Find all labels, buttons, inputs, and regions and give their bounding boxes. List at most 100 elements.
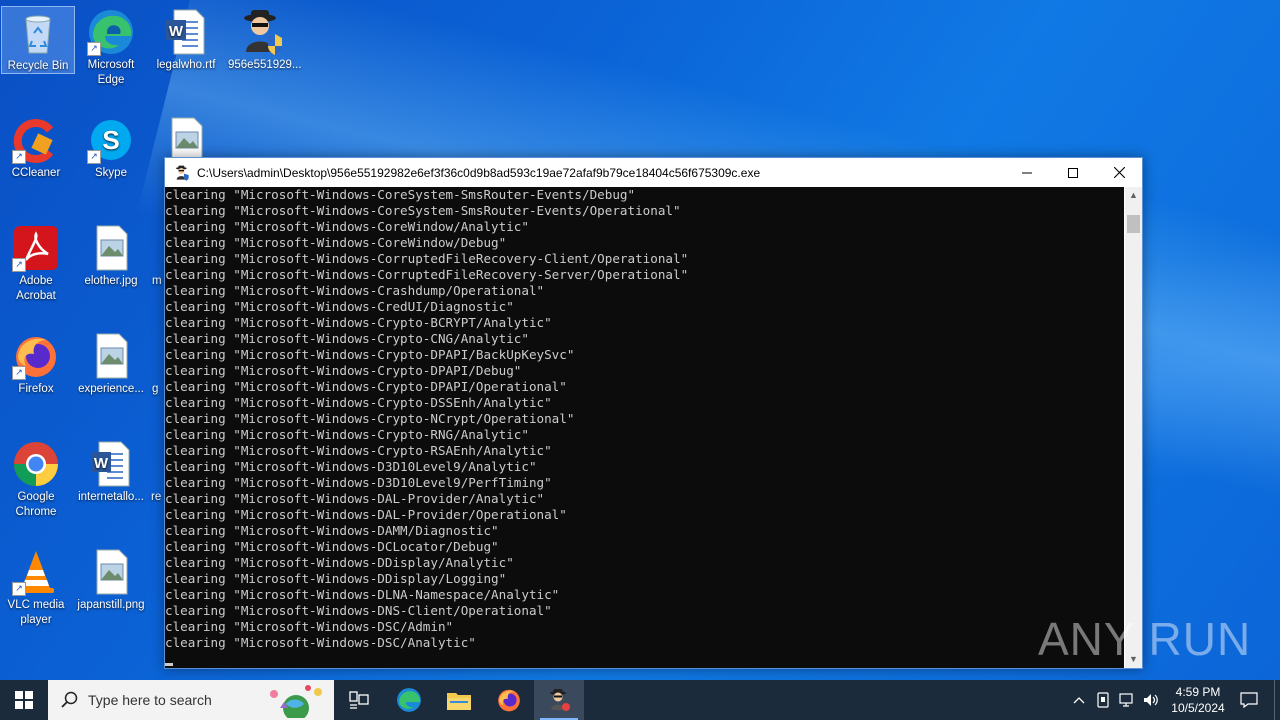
console-line: clearing "Microsoft-Windows-CoreSystem-S… <box>165 187 636 202</box>
console-line: clearing "Microsoft-Windows-DAMM/Diagnos… <box>165 523 499 538</box>
search-placeholder: Type here to search <box>88 692 212 708</box>
console-line: clearing "Microsoft-Windows-DAL-Provider… <box>165 491 545 506</box>
desktop-icon-firefox[interactable]: ↗ Firefox <box>0 330 72 397</box>
console-title-bar[interactable]: C:\Users\admin\Desktop\956e55192982e6ef3… <box>165 158 1142 187</box>
tray-device-button[interactable] <box>1092 680 1114 720</box>
speaker-icon <box>1144 694 1158 706</box>
search-highlight-illustration-icon <box>270 685 322 718</box>
desktop-icon-experience[interactable]: experience... <box>75 330 147 397</box>
close-button[interactable] <box>1096 158 1142 187</box>
windows-logo-icon <box>15 691 33 709</box>
console-line: clearing "Microsoft-Windows-D3D10Level9/… <box>165 475 552 490</box>
desktop-icon-malware-exe[interactable]: 956e551929... <box>226 6 302 73</box>
console-line: clearing "Microsoft-Windows-Crashdump/Op… <box>165 283 545 298</box>
taskbar-file-explorer-button[interactable] <box>434 680 484 720</box>
desktop-icon-japanstill-png[interactable]: japanstill.png <box>75 546 147 613</box>
spy-app-icon <box>174 165 190 181</box>
console-line: clearing "Microsoft-Windows-DDisplay/Log… <box>165 571 507 586</box>
notification-icon <box>1240 692 1258 708</box>
device-icon <box>1097 692 1109 708</box>
show-hidden-icons-button[interactable] <box>1068 680 1090 720</box>
edge-icon <box>397 688 421 712</box>
minimize-button[interactable] <box>1004 158 1050 187</box>
shortcut-arrow-icon: ↗ <box>87 150 101 164</box>
desktop-icon-legalwho-rtf[interactable]: W legalwho.rtf <box>150 6 222 73</box>
shortcut-arrow-icon: ↗ <box>87 42 101 56</box>
console-line: clearing "Microsoft-Windows-DLNA-Namespa… <box>165 587 560 602</box>
console-cursor <box>165 663 173 666</box>
spy-app-icon <box>238 8 286 56</box>
tray-volume-button[interactable] <box>1140 680 1162 720</box>
console-line: clearing "Microsoft-Windows-D3D10Level9/… <box>165 459 537 474</box>
desktop-icon-internetallo[interactable]: W internetallo... <box>75 438 147 505</box>
console-title: C:\Users\admin\Desktop\956e55192982e6ef3… <box>197 165 761 180</box>
console-line: clearing "Microsoft-Windows-CredUI/Diagn… <box>165 299 514 314</box>
search-icon <box>61 691 78 708</box>
console-scrollbar[interactable]: ▲ ▼ <box>1125 187 1142 668</box>
file-explorer-icon <box>447 693 471 710</box>
tray-network-button[interactable] <box>1115 680 1139 720</box>
console-line: clearing "Microsoft-Windows-Crypto-RSAEn… <box>165 443 552 458</box>
shortcut-arrow-icon: ↗ <box>12 582 26 596</box>
console-line: clearing "Microsoft-Windows-CoreWindow/A… <box>165 219 529 234</box>
network-icon <box>1119 693 1133 707</box>
desktop-icon-google-chrome[interactable]: Google Chrome <box>0 438 72 520</box>
desktop-icon-adobe-acrobat[interactable]: ↗ Adobe Acrobat <box>0 222 72 304</box>
notifications-button[interactable] <box>1234 680 1264 720</box>
minimize-icon <box>1022 172 1032 173</box>
desktop-icon-elother-jpg[interactable]: elother.jpg <box>75 222 147 289</box>
console-output[interactable]: clearing "Microsoft-Windows-CoreSystem-S… <box>165 187 1124 668</box>
console-line: clearing "Microsoft-Windows-Crypto-NCryp… <box>165 411 575 426</box>
taskbar-clock[interactable]: 4:59 PM 10/5/2024 <box>1160 680 1236 720</box>
firefox-icon: ↗ <box>12 332 60 380</box>
shortcut-arrow-icon: ↗ <box>12 258 26 272</box>
taskbar-edge-button[interactable] <box>384 680 434 720</box>
anyrun-watermark: ANY RUN <box>1038 613 1252 665</box>
scrollbar-thumb[interactable] <box>1127 215 1140 233</box>
console-lines: clearing "Microsoft-Windows-CoreSystem-S… <box>165 187 1124 651</box>
image-file-icon <box>87 224 135 272</box>
taskbar: Type here to search 4:59 PM 10/5/2024 <box>0 680 1280 720</box>
console-line: clearing "Microsoft-Windows-Crypto-RNG/A… <box>165 427 529 442</box>
console-line: clearing "Microsoft-Windows-Crypto-DPAPI… <box>165 379 567 394</box>
acrobat-icon: ↗ <box>12 224 60 272</box>
maximize-button[interactable] <box>1050 158 1096 187</box>
task-view-icon <box>349 691 369 709</box>
clock-time: 4:59 PM <box>1175 685 1221 699</box>
vlc-icon: ↗ <box>12 548 60 596</box>
console-line: clearing "Microsoft-Windows-DAL-Provider… <box>165 507 567 522</box>
close-icon <box>1113 167 1125 178</box>
desktop-icon-partial-label: m <box>152 275 162 287</box>
desktop-icon-partial-label: g <box>152 383 159 395</box>
console-line: clearing "Microsoft-Windows-DCLocator/De… <box>165 539 499 554</box>
console-line: clearing "Microsoft-Windows-Crypto-BCRYP… <box>165 315 552 330</box>
desktop-icon-recycle-bin[interactable]: Recycle Bin <box>1 6 75 74</box>
console-line: clearing "Microsoft-Windows-DSC/Analytic… <box>165 635 476 650</box>
taskbar-search-box[interactable]: Type here to search <box>48 680 334 720</box>
console-line: clearing "Microsoft-Windows-CoreSystem-S… <box>165 203 681 218</box>
spy-app-icon <box>550 689 570 711</box>
console-line: clearing "Microsoft-Windows-DNS-Client/O… <box>165 603 552 618</box>
clock-date: 10/5/2024 <box>1171 701 1225 715</box>
word-doc-icon: W <box>87 440 135 488</box>
taskbar-malware-app-button[interactable] <box>534 680 584 720</box>
console-line: clearing "Microsoft-Windows-DDisplay/Ana… <box>165 555 514 570</box>
console-window[interactable]: C:\Users\admin\Desktop\956e55192982e6ef3… <box>164 157 1143 669</box>
taskbar-firefox-button[interactable] <box>484 680 534 720</box>
svg-text:W: W <box>94 455 109 472</box>
task-view-button[interactable] <box>334 680 384 720</box>
shortcut-arrow-icon: ↗ <box>12 150 26 164</box>
desktop-icon-skype[interactable]: S ↗ Skype <box>75 114 147 181</box>
desktop-icon-vlc[interactable]: ↗ VLC media player <box>0 546 72 628</box>
desktop-icon-ccleaner[interactable]: ↗ CCleaner <box>0 114 72 181</box>
start-button[interactable] <box>0 680 48 720</box>
show-desktop-button[interactable] <box>1274 680 1280 720</box>
skype-icon: S ↗ <box>87 116 135 164</box>
scroll-up-arrow-icon[interactable]: ▲ <box>1125 187 1142 204</box>
desktop: Recycle Bin ↗ CCleaner ↗ Adobe Acrobat ↗… <box>0 0 1280 680</box>
desktop-icon-microsoft-edge[interactable]: ↗ Microsoft Edge <box>75 6 147 88</box>
image-file-icon <box>87 548 135 596</box>
console-line: clearing "Microsoft-Windows-CorruptedFil… <box>165 251 689 266</box>
svg-text:S: S <box>102 125 119 155</box>
chrome-icon <box>12 440 60 488</box>
